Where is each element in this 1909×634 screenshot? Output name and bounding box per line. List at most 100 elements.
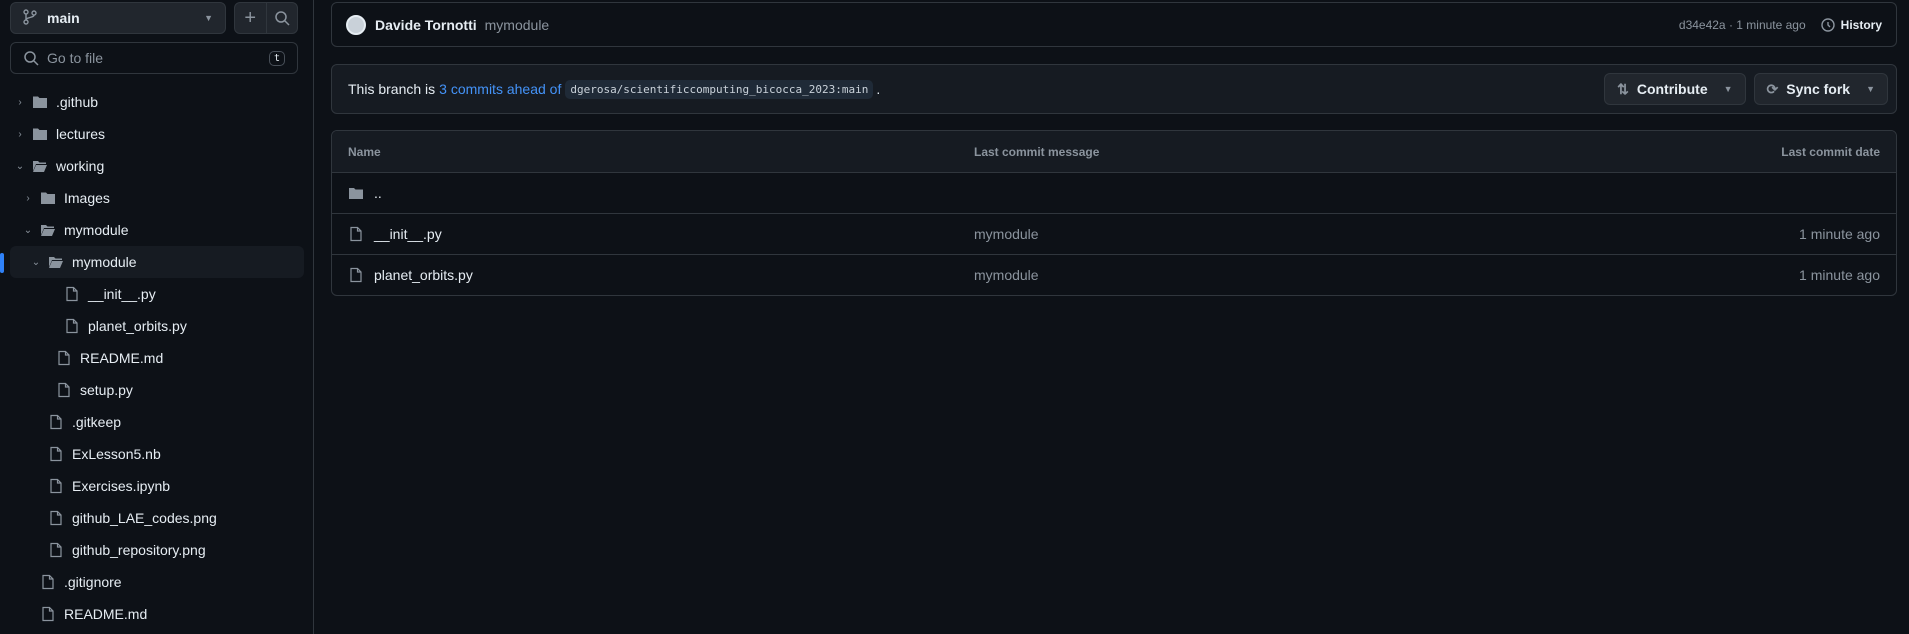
tree-item-file[interactable]: .gitignore xyxy=(10,566,304,598)
tree-item-file[interactable]: setup.py xyxy=(10,374,304,406)
history-button[interactable]: History xyxy=(1820,17,1882,33)
go-to-file-placeholder: Go to file xyxy=(47,50,104,66)
tree-item-label: setup.py xyxy=(80,382,133,398)
file-icon xyxy=(48,446,64,462)
tree-item-label: ExLesson5.nb xyxy=(72,446,161,462)
search-button[interactable] xyxy=(267,3,298,33)
file-tree: › .github › lectures ⌄ working › Images ⌄ mymodul… xyxy=(0,86,314,630)
latest-commit-bar: Davide Tornotti mymodule d34e42a · 1 min… xyxy=(331,2,1897,47)
git-branch-icon xyxy=(23,8,37,28)
commit-message-link[interactable]: mymodule xyxy=(974,267,1799,283)
table-row[interactable]: __init__.py mymodule 1 minute ago xyxy=(332,213,1896,254)
file-tree-sidebar: main ▼ + Go to file t › .github › lectures ⌄… xyxy=(0,0,314,634)
go-to-file-input[interactable]: Go to file t xyxy=(10,42,298,74)
tree-item-file[interactable]: README.md xyxy=(10,342,304,374)
chevron-down-icon[interactable]: ⌄ xyxy=(28,257,44,268)
file-icon xyxy=(64,318,80,334)
tree-item-label: README.md xyxy=(64,606,148,622)
file-icon xyxy=(40,606,56,622)
tree-item-folder[interactable]: ⌄ working xyxy=(10,150,304,182)
tree-item-label: .gitkeep xyxy=(72,414,122,430)
search-icon xyxy=(24,51,39,66)
tree-item-folder[interactable]: › .github xyxy=(10,86,304,118)
table-header: Name Last commit message Last commit dat… xyxy=(332,131,1896,172)
file-name-link[interactable]: __init__.py xyxy=(374,226,442,242)
folder-icon xyxy=(349,188,363,199)
commit-message-link[interactable]: mymodule xyxy=(974,226,1799,242)
tree-item-file[interactable]: __init__.py xyxy=(10,278,304,310)
sync-icon: ⟳ xyxy=(1766,80,1779,97)
file-icon xyxy=(56,350,72,366)
file-icon xyxy=(348,267,364,283)
chevron-right-icon[interactable]: › xyxy=(12,97,28,108)
history-icon xyxy=(1820,17,1835,32)
folder-icon xyxy=(40,222,56,238)
tree-item-folder[interactable]: ⌄ mymodule xyxy=(10,214,304,246)
file-icon xyxy=(48,542,64,558)
caret-down-icon: ▼ xyxy=(1866,84,1875,94)
parent-directory-row[interactable]: .. xyxy=(332,172,1896,213)
sync-fork-label: Sync fork xyxy=(1786,81,1851,97)
file-icon xyxy=(56,382,72,398)
commits-ahead-link[interactable]: 3 commits ahead of xyxy=(439,81,561,97)
folder-icon xyxy=(32,158,48,174)
chevron-down-icon[interactable]: ⌄ xyxy=(12,161,28,172)
chevron-down-icon[interactable]: ⌄ xyxy=(20,225,36,236)
caret-down-icon: ▼ xyxy=(1723,84,1733,94)
commit-message[interactable]: mymodule xyxy=(485,17,550,33)
tree-item-folder[interactable]: › Images xyxy=(10,182,304,214)
folder-icon xyxy=(32,94,48,110)
upstream-branch: dgerosa/scientificcomputing_bicocca_2023… xyxy=(565,79,874,99)
commit-author[interactable]: Davide Tornotti xyxy=(375,17,477,33)
chevron-right-icon[interactable]: › xyxy=(20,193,36,204)
file-icon xyxy=(40,574,56,590)
history-label: History xyxy=(1840,17,1882,32)
contribute-label: Contribute xyxy=(1636,81,1708,97)
file-icon xyxy=(48,478,64,494)
tree-item-label: .gitignore xyxy=(64,574,122,590)
add-file-button[interactable]: + xyxy=(235,3,267,33)
branch-selector[interactable]: main ▼ xyxy=(10,2,226,34)
tree-item-folder[interactable]: › lectures xyxy=(10,118,304,150)
tree-item-file[interactable]: .gitkeep xyxy=(10,406,304,438)
tree-item-label: lectures xyxy=(56,126,106,142)
branch-status-suffix: . xyxy=(876,81,881,97)
caret-down-icon: ▼ xyxy=(204,13,213,23)
contribute-button[interactable]: ⇅ Contribute ▼ xyxy=(1604,73,1746,105)
table-row[interactable]: planet_orbits.py mymodule 1 minute ago xyxy=(332,254,1896,295)
sync-fork-button[interactable]: ⟳ Sync fork ▼ xyxy=(1753,73,1888,105)
commit-date: 1 minute ago xyxy=(1799,226,1880,242)
search-icon xyxy=(275,11,290,26)
header-name: Name xyxy=(348,144,381,159)
tree-item-file[interactable]: github_LAE_codes.png xyxy=(10,502,304,534)
file-name-link[interactable]: planet_orbits.py xyxy=(374,267,473,283)
tree-item-file[interactable]: github_repository.png xyxy=(10,534,304,566)
branch-name: main xyxy=(47,10,80,26)
tree-item-label: README.md xyxy=(80,350,164,366)
tree-item-file[interactable]: Exercises.ipynb xyxy=(10,470,304,502)
parent-directory-link[interactable]: .. xyxy=(374,185,382,201)
folder-icon xyxy=(48,254,64,270)
tree-item-folder[interactable]: ⌄ mymodule xyxy=(0,246,304,278)
tree-item-label: planet_orbits.py xyxy=(88,318,187,334)
commit-sha-time[interactable]: d34e42a · 1 minute ago xyxy=(1679,18,1806,32)
tree-item-label: github_LAE_codes.png xyxy=(72,510,217,526)
plus-icon: + xyxy=(244,6,257,29)
header-last-commit-date: Last commit date xyxy=(1781,144,1880,159)
file-icon xyxy=(348,226,364,242)
tree-item-file[interactable]: planet_orbits.py xyxy=(10,310,304,342)
file-table: Name Last commit message Last commit dat… xyxy=(331,130,1897,296)
chevron-right-icon[interactable]: › xyxy=(12,129,28,140)
tree-item-label: Exercises.ipynb xyxy=(72,478,171,494)
branch-status-bar: This branch is 3 commits ahead of dgeros… xyxy=(331,64,1897,114)
tree-item-label: mymodule xyxy=(72,254,137,270)
header-last-commit-message: Last commit message xyxy=(974,144,1100,159)
tree-item-file[interactable]: README.md xyxy=(10,598,304,630)
tree-item-label: github_repository.png xyxy=(72,542,206,558)
avatar[interactable] xyxy=(346,14,366,35)
tree-item-label: .github xyxy=(56,94,99,110)
folder-icon xyxy=(32,126,48,142)
tree-item-file[interactable]: ExLesson5.nb xyxy=(10,438,304,470)
commit-date: 1 minute ago xyxy=(1799,267,1880,283)
tree-item-label: working xyxy=(56,158,105,174)
